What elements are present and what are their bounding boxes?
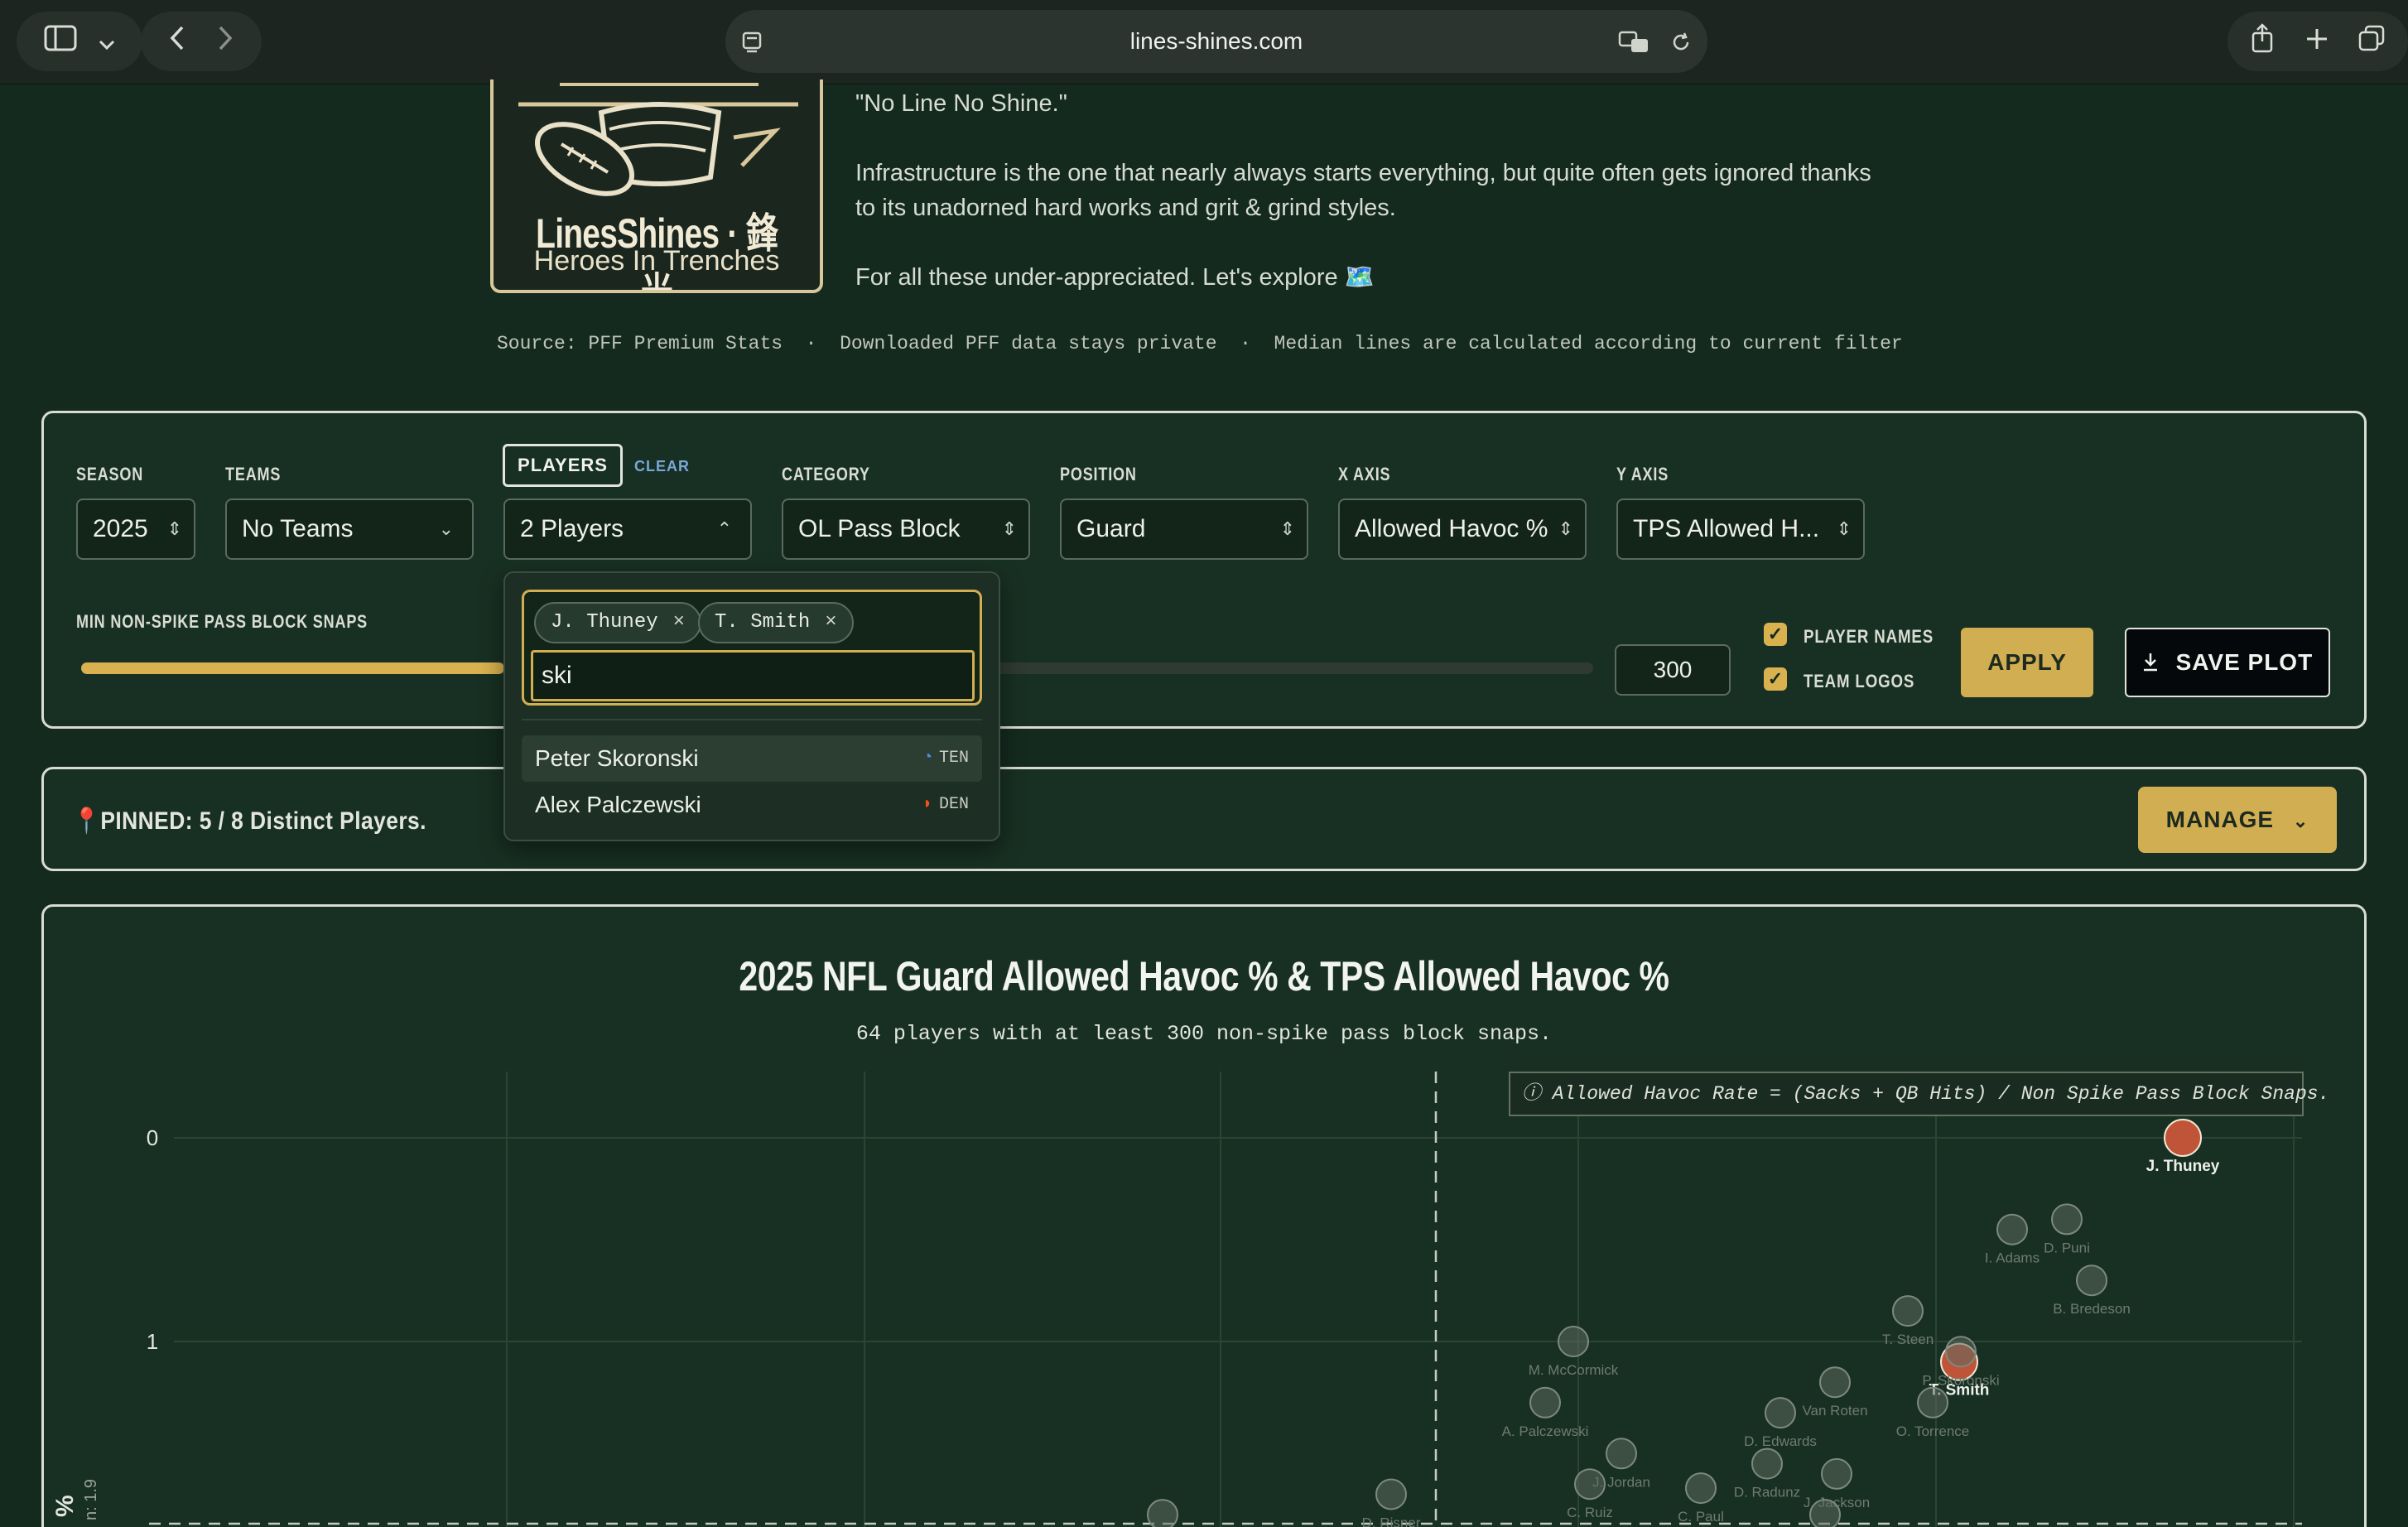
point-label: D. Edwards: [1744, 1433, 1817, 1449]
scatter-plot: 01 J. ThuneyD. PuniI. AdamsB. BredesonT.…: [51, 1072, 2302, 1527]
scatter-point[interactable]: [1685, 1472, 1717, 1505]
titans-logo-icon: ◔: [922, 749, 932, 768]
player-chip-label: J. Thuney: [551, 611, 658, 633]
scatter-point[interactable]: [1558, 1326, 1589, 1357]
scatter-point[interactable]: [2076, 1264, 2107, 1297]
scatter-point[interactable]: [1574, 1468, 1606, 1501]
scatter-point[interactable]: [1819, 1366, 1851, 1399]
scatter-point[interactable]: [1892, 1295, 1924, 1327]
formula-annotation: ⓘ Allowed Havoc Rate = (Sacks + QB Hits)…: [1509, 1072, 2329, 1116]
point-label: O. Torrence: [1896, 1423, 1970, 1439]
scatter-point[interactable]: [1147, 1499, 1178, 1527]
point-label: A. Palczewski: [1502, 1423, 1589, 1439]
close-icon[interactable]: ×: [825, 611, 836, 633]
close-icon[interactable]: ×: [673, 611, 685, 633]
players-dropdown: J. Thuney × T. Smith × ski Peter Skoronski…: [503, 571, 1000, 841]
player-option-team: ◔ TEN: [922, 749, 969, 768]
dropdown-divider: [522, 719, 982, 720]
player-option-name: Alex Palczewski: [535, 792, 701, 817]
point-label: C. Paul: [1678, 1509, 1724, 1525]
point-label: Van Roten: [1802, 1403, 1867, 1419]
player-option-team: ◗ DEN: [922, 795, 969, 814]
player-chip: J. Thuney ×: [534, 602, 702, 643]
y-axis-ticks: 01: [147, 1125, 158, 1354]
point-label: C. Ruiz: [1567, 1505, 1613, 1520]
point-label: I. Adams: [1985, 1250, 2040, 1266]
median-label: n: 1.9: [82, 1479, 100, 1520]
scatter-point[interactable]: [1996, 1213, 2028, 1245]
scatter-point[interactable]: [1606, 1438, 1637, 1470]
point-label: D. Puni: [2044, 1240, 2090, 1255]
y-tick-label: 1: [147, 1329, 158, 1354]
player-option[interactable]: Alex Palczewski ◗ DEN: [522, 782, 982, 828]
point-label: B. Bredeson: [2053, 1301, 2131, 1317]
scatter-point[interactable]: [2164, 1119, 2202, 1157]
point-label: M. McCormick: [1529, 1362, 1619, 1378]
player-chip-label: T. Smith: [715, 611, 811, 633]
scatter-point[interactable]: [1751, 1448, 1783, 1480]
player-chip: T. Smith ×: [698, 602, 854, 643]
point-label: J. Thuney: [2146, 1158, 2220, 1175]
scatter-point[interactable]: [1375, 1478, 1407, 1510]
point-label: P. Skoronski: [1922, 1372, 1999, 1388]
player-search-input[interactable]: ski: [531, 650, 975, 701]
player-option-name: Peter Skoronski: [535, 745, 699, 771]
y-tick-label: 0: [147, 1125, 158, 1150]
broncos-logo-icon: ◗: [922, 795, 932, 814]
plot-grid: [174, 1072, 2302, 1527]
scatter-point[interactable]: [2051, 1203, 2083, 1236]
scatter-point[interactable]: [1809, 1499, 1841, 1527]
point-label: D. Risner: [1362, 1515, 1421, 1527]
player-option[interactable]: Peter Skoronski ◔ TEN: [522, 735, 982, 782]
scatter-point[interactable]: [1529, 1386, 1561, 1419]
scatter-point[interactable]: [1945, 1336, 1977, 1368]
point-label: T. Steen: [1882, 1332, 1934, 1347]
scatter-point[interactable]: [1765, 1397, 1796, 1429]
y-axis-title: %: [51, 1495, 79, 1517]
selected-players-box: J. Thuney × T. Smith × ski: [522, 590, 982, 706]
scatter-point[interactable]: [1917, 1386, 1948, 1419]
scatter-point[interactable]: [1821, 1457, 1852, 1490]
scatter-points: J. Thuney D. Puni I. Adams B. Bredeson T. St…: [1147, 1119, 2220, 1527]
point-label: D. Radunz: [1734, 1485, 1800, 1501]
